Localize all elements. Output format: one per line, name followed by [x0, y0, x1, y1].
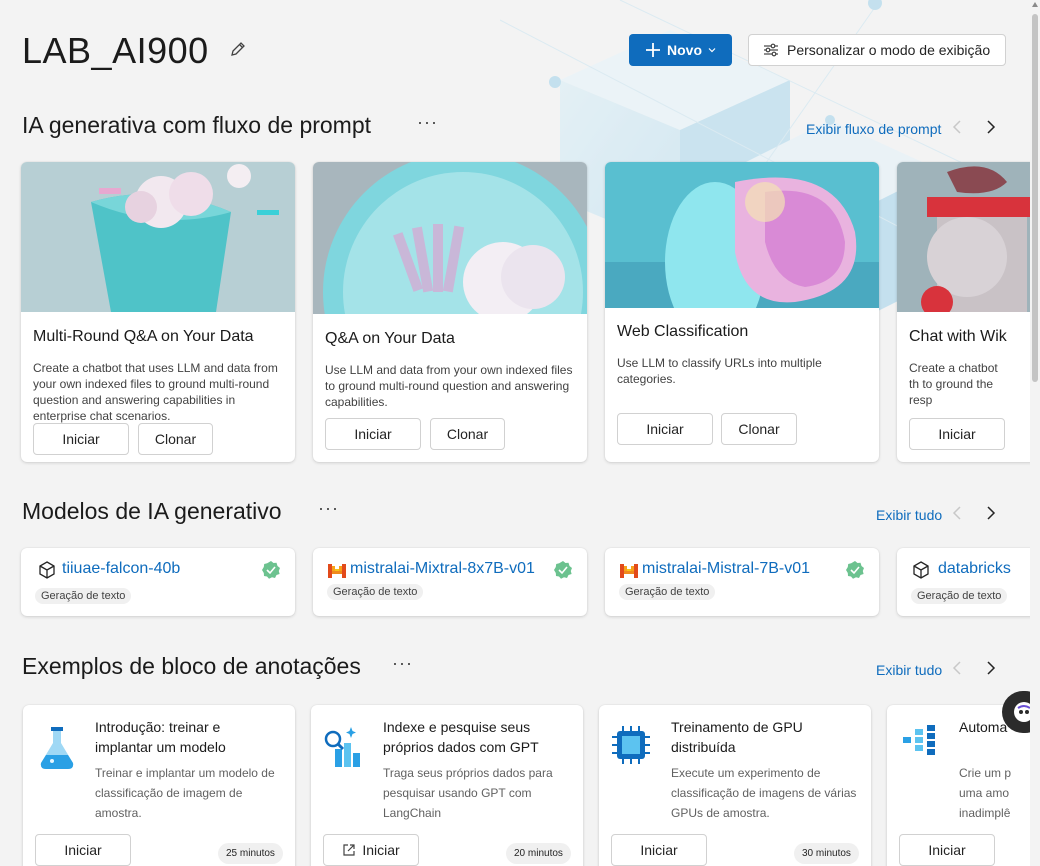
model-name[interactable]: tiiuae-falcon-40b	[62, 560, 180, 578]
model-name[interactable]: mistralai-Mistral-7B-v01	[642, 560, 810, 578]
flow-card-title: Chat with Wik	[909, 328, 1007, 345]
start-button[interactable]: Iniciar	[325, 418, 421, 450]
start-button[interactable]: Iniciar	[899, 834, 995, 866]
models-section-title: Modelos de IA generativo	[22, 498, 282, 524]
model-card[interactable]: databricks Geração de texto	[897, 548, 1030, 616]
flow-card: Chat with Wik Create a chatbot th to gro…	[897, 162, 1030, 462]
flow-card-description: Create a chatbot th to ground the resp	[909, 361, 998, 407]
notebook-card: Introdução: treinar e implantar um model…	[23, 705, 295, 866]
prompt-flow-section-title: IA generativa com fluxo de prompt	[22, 112, 372, 138]
new-button-label: Novo	[667, 42, 702, 58]
model-name[interactable]: mistralai-Mixtral-8x7B-v01	[350, 560, 535, 578]
model-card[interactable]: tiiuae-falcon-40b Geração de texto	[21, 548, 295, 616]
flow-card-image	[897, 162, 1030, 312]
edit-pencil-icon[interactable]	[229, 40, 247, 58]
chevron-down-icon	[708, 48, 716, 53]
start-button[interactable]: Iniciar	[35, 834, 131, 866]
chevron-left-icon[interactable]	[950, 660, 966, 676]
notebook-title: Treinamento de GPU distribuída	[671, 719, 803, 755]
customize-view-label: Personalizar o modo de exibição	[787, 42, 991, 58]
notebook-card: Automa Crie um p uma amo inadimplê Inici…	[887, 705, 1030, 866]
flow-card-title: Web Classification	[617, 323, 749, 340]
notebook-title: Introdução: treinar e implantar um model…	[95, 719, 226, 755]
notebook-title: Indexe e pesquise seus próprios dados co…	[383, 719, 539, 755]
copilot-face-icon	[1014, 702, 1030, 722]
start-button[interactable]: Iniciar	[617, 413, 713, 445]
duration-badge: 25 minutos	[218, 843, 283, 864]
flow-card-description: Use LLM to classify URLs into multiple c…	[617, 356, 822, 386]
automl-flow-icon	[903, 725, 935, 755]
notebook-card: Treinamento de GPU distribuída Execute u…	[599, 705, 871, 866]
gpu-chip-icon	[612, 726, 650, 764]
customize-view-button[interactable]: Personalizar o modo de exibição	[748, 34, 1006, 66]
model-tag: Geração de texto	[619, 584, 716, 600]
chevron-left-icon[interactable]	[950, 119, 966, 135]
mistral-logo-icon	[328, 564, 346, 578]
clone-button[interactable]: Clonar	[721, 413, 797, 445]
scroll-up-arrow-icon[interactable]	[1032, 2, 1038, 7]
start-button-label: Iniciar	[362, 842, 400, 858]
model-cube-icon	[913, 561, 929, 579]
model-tag: Geração de texto	[911, 588, 1008, 604]
search-chart-icon	[324, 727, 360, 767]
notebook-description: Crie um p uma amo inadimplê	[959, 766, 1012, 820]
chevron-right-icon[interactable]	[982, 505, 998, 521]
flow-card-image	[313, 162, 587, 314]
notebook-description: Execute um experimento de classificação …	[671, 766, 857, 820]
notebook-description: Traga seus próprios dados para pesquisar…	[383, 766, 553, 820]
flow-card-description: Use LLM and data from your own indexed f…	[325, 363, 573, 409]
start-button[interactable]: Iniciar	[33, 423, 129, 455]
models-more-button[interactable]: ···	[318, 498, 339, 519]
start-button[interactable]: Iniciar	[611, 834, 707, 866]
verified-check-icon	[846, 561, 864, 579]
new-button[interactable]: Novo	[629, 34, 732, 66]
flow-card: Multi-Round Q&A on Your Data Create a ch…	[21, 162, 295, 462]
chevron-right-icon[interactable]	[982, 119, 998, 135]
model-card[interactable]: mistralai-Mistral-7B-v01 Geração de text…	[605, 548, 879, 616]
flask-icon	[40, 727, 74, 769]
verified-check-icon	[554, 561, 572, 579]
start-button[interactable]: Iniciar	[909, 418, 1005, 450]
clone-button[interactable]: Clonar	[430, 418, 505, 450]
verified-check-icon	[262, 561, 280, 579]
model-tag: Geração de texto	[327, 584, 424, 600]
plus-icon	[646, 43, 660, 57]
open-external-icon	[343, 844, 355, 856]
flow-card: Web Classification Use LLM to classify U…	[605, 162, 879, 462]
chevron-left-icon[interactable]	[950, 505, 966, 521]
notebook-card: Indexe e pesquise seus próprios dados co…	[311, 705, 583, 866]
flow-card-title: Q&A on Your Data	[325, 330, 455, 347]
notebooks-section-title: Exemplos de bloco de anotações	[22, 653, 361, 679]
flow-card-description: Create a chatbot that uses LLM and data …	[33, 361, 278, 423]
flow-card-title: Multi-Round Q&A on Your Data	[33, 328, 254, 345]
chevron-right-icon[interactable]	[982, 660, 998, 676]
workspace-title: LAB_AI900	[22, 30, 209, 71]
flow-card: Q&A on Your Data Use LLM and data from y…	[313, 162, 587, 462]
notebooks-view-all-link[interactable]: Exibir tudo	[876, 662, 942, 678]
prompt-flow-more-button[interactable]: ···	[417, 112, 438, 133]
model-card[interactable]: mistralai-Mixtral-8x7B-v01 Geração de te…	[313, 548, 587, 616]
workspace-home: LAB_AI900 Novo Personalizar o modo de ex…	[0, 0, 1030, 866]
settings-sliders-icon	[764, 43, 778, 57]
view-prompt-flow-link[interactable]: Exibir fluxo de prompt	[806, 121, 941, 137]
notebook-description: Treinar e implantar um modelo de classif…	[95, 766, 275, 820]
open-start-button[interactable]: Iniciar	[323, 834, 419, 866]
vertical-scrollbar[interactable]	[1030, 0, 1040, 866]
model-cube-icon	[39, 561, 55, 579]
duration-badge: 30 minutos	[794, 843, 859, 864]
scrollbar-thumb[interactable]	[1032, 14, 1038, 382]
model-tag: Geração de texto	[35, 588, 132, 604]
clone-button[interactable]: Clonar	[138, 423, 213, 455]
duration-badge: 20 minutos	[506, 843, 571, 864]
flow-card-image	[21, 162, 295, 312]
notebooks-more-button[interactable]: ···	[392, 653, 413, 674]
model-name[interactable]: databricks	[938, 560, 1011, 578]
models-view-all-link[interactable]: Exibir tudo	[876, 507, 942, 523]
flow-card-image	[605, 162, 879, 308]
mistral-logo-icon	[620, 564, 638, 578]
